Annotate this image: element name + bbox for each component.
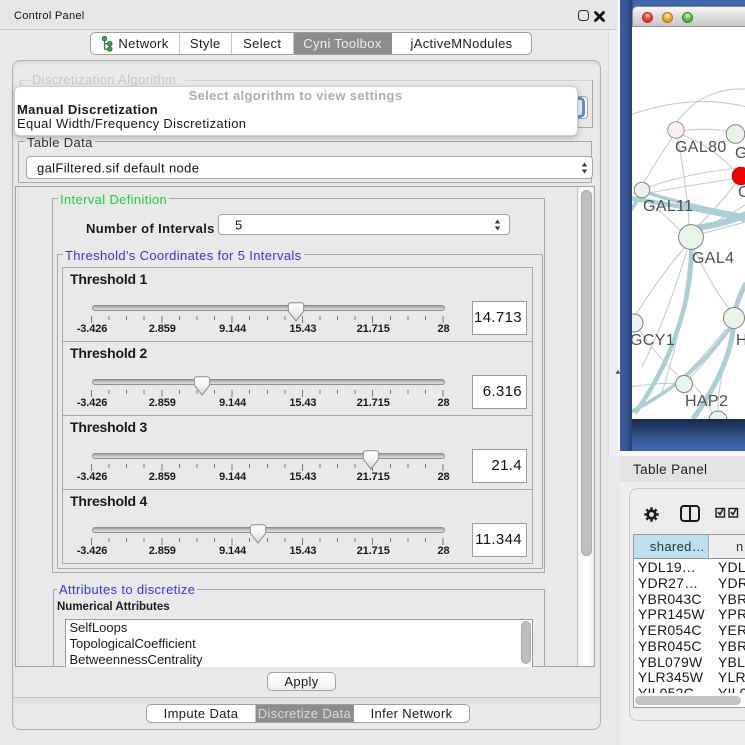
svg-text:G…: G…: [735, 145, 745, 162]
svg-text:GCY1: GCY1: [632, 332, 675, 349]
svg-text:GAL80: GAL80: [675, 139, 727, 156]
svg-text:GAL11: GAL11: [643, 198, 693, 215]
svg-text:H: H: [736, 332, 745, 349]
svg-text:GAL4: GAL4: [692, 250, 734, 267]
svg-text:HAP2: HAP2: [685, 393, 728, 410]
svg-text:C…: C…: [738, 184, 745, 201]
